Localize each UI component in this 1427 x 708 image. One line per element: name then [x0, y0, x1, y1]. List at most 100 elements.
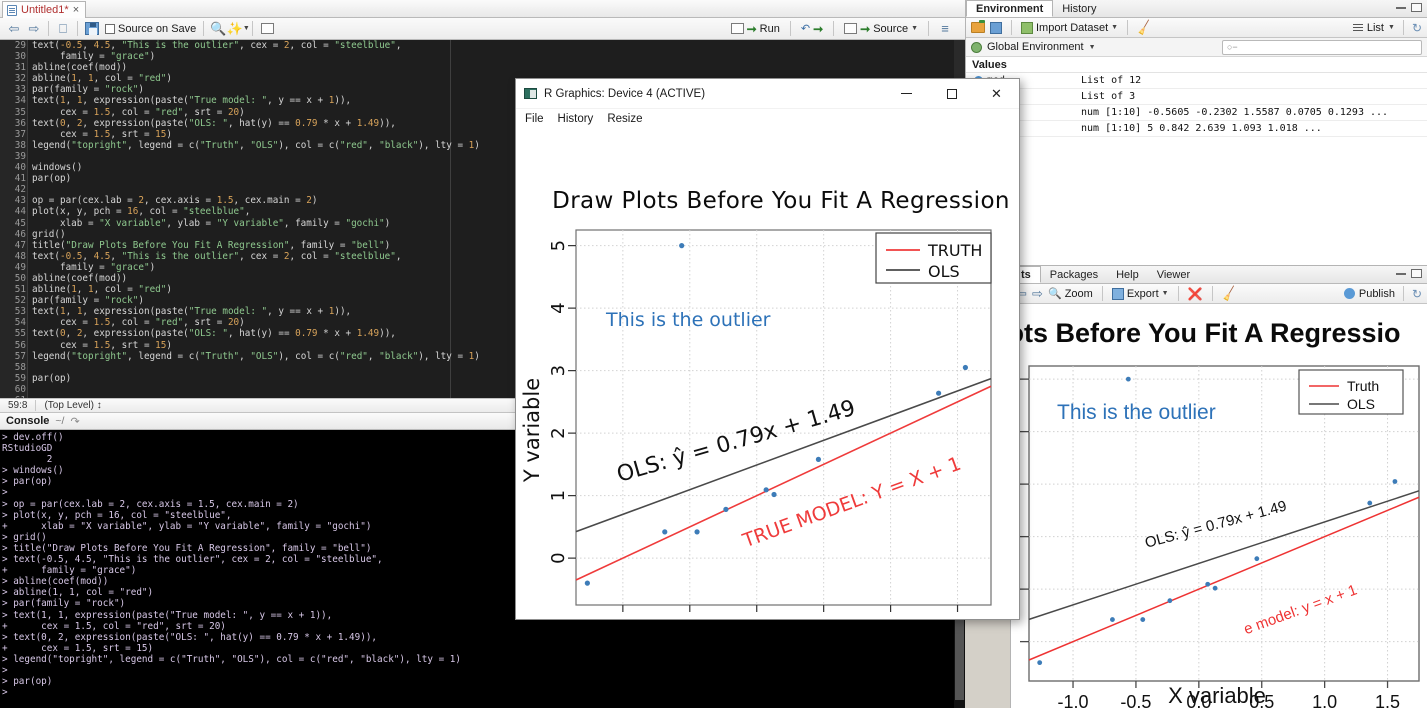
line-number: 42 [14, 184, 26, 196]
clear-workspace-icon[interactable]: 🧹 [1136, 19, 1154, 36]
code-line: 31 abline(coef(mod)) [0, 62, 965, 73]
plots-pane-title: w Plots Before You Fit A Regressio [1011, 318, 1401, 348]
minimize-pane-icon[interactable] [1396, 6, 1406, 9]
forward-arrow-icon[interactable]: ⇨ [24, 20, 44, 38]
rstudio-window: Untitled1* × ⇦ ⇨ ⎕ Source on Save 🔍 ✨▼ [0, 0, 1427, 708]
data-point [1037, 660, 1043, 666]
editor-tab-untitled1[interactable]: Untitled1* × [2, 1, 87, 18]
export-label: Export [1126, 287, 1159, 300]
outline-icon[interactable]: ≡ [935, 20, 955, 38]
tab-plots-label: ts [1021, 268, 1031, 281]
line-number: 53 [14, 306, 26, 318]
environment-row[interactable]: num [1:10] 5 0.842 2.639 1.093 1.018 ... [966, 121, 1427, 137]
data-point [771, 491, 777, 498]
list-view-label[interactable]: List [1367, 22, 1384, 34]
tab-help[interactable]: Help [1107, 266, 1148, 283]
zoom-button[interactable]: 🔍 Zoom [1048, 287, 1093, 301]
environment-row[interactable]: num [1:10] -0.5605 -0.2302 1.5587 0.0705… [966, 105, 1427, 121]
menu-resize[interactable]: Resize [607, 113, 642, 125]
minimize-button[interactable] [884, 79, 929, 109]
code-text: abline(1, 1, col = "red") [32, 73, 172, 85]
chevron-down-icon[interactable]: ▼ [1089, 44, 1096, 51]
code-text: plot(x, y, pch = 16, col = "steelblue", [32, 206, 251, 218]
tab-packages[interactable]: Packages [1041, 266, 1107, 283]
rerun-button[interactable]: ↶ ➞ [797, 22, 827, 36]
next-plot-icon[interactable]: ⇨ [1032, 285, 1043, 303]
menu-file[interactable]: File [525, 113, 544, 125]
console-title: Console [6, 415, 50, 427]
chevron-down-icon[interactable]: ▼ [1388, 24, 1395, 31]
show-in-new-window-icon[interactable]: ⎕ [53, 20, 73, 38]
tab-history[interactable]: History [1053, 0, 1105, 17]
console-line: > text(0, 2, expression(paste("OLS: ", h… [2, 631, 378, 643]
export-button[interactable]: Export ▼ [1111, 287, 1169, 300]
r-graphics-window[interactable]: R Graphics: Device 4 (ACTIVE) ✕ File His… [515, 78, 1020, 668]
data-point [1367, 500, 1373, 506]
environment-scope-selector[interactable]: Global Environment ▼ ○− [966, 38, 1427, 57]
line-number: 33 [14, 84, 26, 96]
environment-row[interactable]: modList of 12 [966, 73, 1427, 89]
run-group: ➞ Run ↶ ➞ ➞ Source ▼ ≡ [727, 20, 961, 38]
data-point [936, 390, 942, 396]
tab-help-label: Help [1116, 268, 1139, 281]
compile-report-icon[interactable] [257, 20, 277, 38]
search-icon: ○− [1227, 42, 1238, 52]
tab-viewer[interactable]: Viewer [1148, 266, 1199, 283]
save-icon[interactable] [82, 20, 102, 38]
code-tools-icon[interactable]: ✨ ▼ [227, 20, 250, 38]
scope-selector[interactable]: (Top Level) ↕ [36, 400, 109, 411]
plots-pane-xlabel: X variable [1168, 683, 1266, 708]
divider [48, 21, 49, 36]
close-button[interactable]: ✕ [974, 79, 1019, 109]
main-plot-legend-truth: TRUTH [927, 241, 982, 260]
plots-pane-ols-label: OLS: ŷ = 0.79x + 1.49 [1143, 498, 1288, 552]
load-workspace-icon[interactable] [971, 20, 985, 33]
source-button[interactable]: ➞ Source ▼ [840, 22, 922, 36]
chevron-down-icon[interactable]: ▼ [911, 25, 918, 32]
menu-history[interactable]: History [558, 113, 594, 125]
source-on-save-label: Source on Save [118, 22, 197, 35]
source-on-save-checkbox[interactable]: Source on Save [102, 23, 199, 35]
divider [833, 21, 835, 36]
console-line: + cex = 1.5, srt = 15) [2, 642, 154, 654]
code-text: xlab = "X variable", ylab = "Y variable"… [32, 217, 391, 229]
clear-all-plots-icon[interactable]: 🧹 [1220, 285, 1238, 302]
minimize-pane-icon[interactable] [1396, 272, 1406, 275]
environment-search-input[interactable]: ○− [1222, 39, 1422, 55]
close-icon[interactable]: × [73, 5, 79, 16]
line-number: 52 [14, 295, 26, 307]
refresh-icon[interactable]: ↻ [1412, 287, 1422, 301]
back-arrow-icon[interactable]: ⇦ [4, 20, 24, 38]
save-workspace-icon[interactable] [990, 21, 1002, 34]
x-tick-label: 1.0 [1312, 692, 1337, 708]
chevron-down-icon[interactable]: ▼ [1111, 24, 1118, 31]
import-dataset-button[interactable]: Import Dataset ▼ [1021, 21, 1118, 34]
environment-section-values: Values [966, 57, 1427, 73]
plots-tab-bar: ts Packages Help Viewer [1011, 266, 1427, 284]
run-button[interactable]: ➞ Run [727, 22, 784, 36]
refresh-icon[interactable]: ↻ [1412, 21, 1422, 35]
search-icon[interactable]: 🔍 [208, 20, 228, 38]
console-line: + cex = 1.5, col = "red", srt = 20) [2, 620, 226, 632]
main-plot-title: Draw Plots Before You Fit A Regression [552, 188, 1010, 214]
environment-row[interactable]: List of 3 [966, 89, 1427, 105]
divider [789, 21, 791, 36]
source-label: Source [873, 22, 909, 35]
remove-plot-icon[interactable]: ❌ [1188, 287, 1203, 301]
console-popout-icon[interactable]: ↷ [70, 415, 79, 428]
main-plot-ylabel: Y variable [520, 378, 544, 483]
maximize-pane-icon[interactable] [1411, 3, 1422, 12]
zoom-label: Zoom [1064, 287, 1093, 300]
line-number: 30 [14, 51, 26, 63]
environment-tab-bar: Environment History [966, 0, 1427, 18]
maximize-pane-icon[interactable] [1411, 269, 1422, 278]
tab-environment[interactable]: Environment [966, 0, 1054, 17]
chevron-down-icon[interactable]: ▼ [1162, 290, 1169, 297]
console-line: > par(op) [2, 676, 53, 688]
data-point [1205, 581, 1211, 587]
line-number: 41 [14, 173, 26, 185]
line-number: 37 [14, 128, 26, 140]
publish-label[interactable]: Publish [1359, 288, 1395, 300]
maximize-button[interactable] [929, 79, 974, 109]
line-number: 51 [14, 284, 26, 296]
